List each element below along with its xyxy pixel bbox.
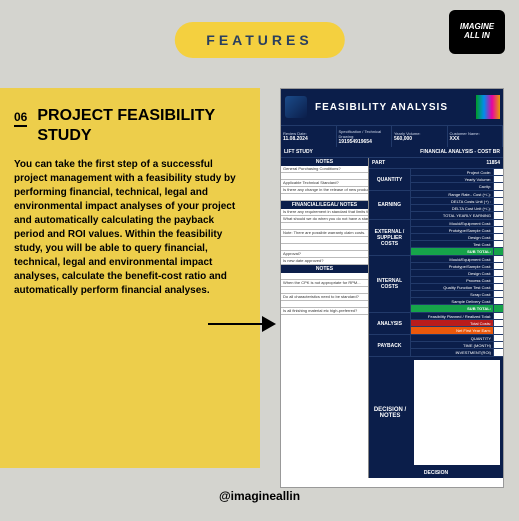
doc-title: FEASIBILITY ANALYSIS xyxy=(315,102,448,113)
internal-label: INTERNAL COSTS xyxy=(369,256,411,312)
earning-row: DELTA Cost Unit (+/-): xyxy=(411,205,503,212)
internal-row: Design Cost: xyxy=(411,270,503,277)
quantity-row: Project Code: xyxy=(411,169,503,176)
notes-line: Is there any requirement in standard tha… xyxy=(281,209,368,216)
feature-description: You can take the first step of a success… xyxy=(14,158,246,298)
quantity-row: Cavity: xyxy=(411,183,503,190)
notes-heading: NOTES xyxy=(281,158,368,166)
part-number: 11854 xyxy=(486,160,500,166)
notes-line xyxy=(281,287,368,294)
notes-line: Applicable Technical Standard? xyxy=(281,180,368,187)
doc-left-column: NOTES General Purchasing Conditions? Appl… xyxy=(281,158,369,478)
internal-row: Sample Delivery Cost: xyxy=(411,298,503,305)
external-label: EXTERNAL / SUPPLIER COSTS xyxy=(369,220,411,255)
feature-number: 06 xyxy=(14,110,27,127)
internal-row: Scrap Cost: xyxy=(411,291,503,298)
features-heading: FEATURES xyxy=(174,22,344,58)
quantity-label: QUANTITY xyxy=(369,169,411,190)
feature-title: PROJECT FEASIBILITY STUDY xyxy=(37,106,246,146)
doc-logo-icon xyxy=(285,96,307,118)
spec-value: 191954919654 xyxy=(339,139,390,145)
quantity-row: Yearly Volume: xyxy=(411,176,503,183)
internal-section: INTERNAL COSTSMould/Equipment Cost:Proto… xyxy=(369,256,503,313)
payback-section: PAYBACKQUANTITYTIME (MONTH)INVESTMENT(RO… xyxy=(369,335,503,357)
chart-bars-icon xyxy=(476,95,500,119)
earning-row: TOTAL YEARLY EARNING xyxy=(411,212,503,219)
financial-analysis-label: FINANCIAL ANALYSIS - COST BR xyxy=(420,149,500,155)
decision-box xyxy=(414,360,500,465)
doc-right-column: PART 11854 QUANTITYProject Code:Yearly V… xyxy=(369,158,503,478)
payback-label: PAYBACK xyxy=(369,335,411,356)
feasibility-document-preview: FEASIBILITY ANALYSIS Review Date: 11.08.… xyxy=(280,88,504,488)
notes-line xyxy=(281,237,368,244)
payback-row: QUANTITY xyxy=(411,335,503,342)
notes-line xyxy=(281,194,368,201)
external-row: Prototype/Sample Cost: xyxy=(411,227,503,234)
notes-line: Note: There are possible warranty claim … xyxy=(281,230,368,237)
notes-line xyxy=(281,244,368,251)
notes-line: Do all characteristics need to be standa… xyxy=(281,294,368,301)
review-date-value: 11.08.2024 xyxy=(283,136,334,142)
external-row: Test Cost: xyxy=(411,241,503,248)
external-row: Design Cost: xyxy=(411,234,503,241)
decision-footer: DECISION xyxy=(369,468,503,478)
earning-label: EARNING xyxy=(369,191,411,219)
doc-header: FEASIBILITY ANALYSIS xyxy=(281,89,503,125)
payback-row: INVESTMENT(ROI) xyxy=(411,349,503,356)
part-label: PART xyxy=(372,160,385,166)
notes-line: When the CPK is not appropriate for RPM.… xyxy=(281,280,368,287)
internal-row: Process Cost: xyxy=(411,277,503,284)
internal-row: Mould/Equipment Cost: xyxy=(411,256,503,263)
quantity-section: QUANTITYProject Code:Yearly Volume:Cavit… xyxy=(369,169,503,191)
volume-value: 560,000 xyxy=(394,136,445,142)
external-row: Mould/Equipment Cost: xyxy=(411,220,503,227)
notes-line: Is there any change in the release of ne… xyxy=(281,187,368,194)
notes-line xyxy=(281,223,368,230)
notes-line xyxy=(281,273,368,280)
decision-section: DECISION / NOTES xyxy=(369,357,503,468)
analysis-row: Net First Year Earn: xyxy=(411,327,503,334)
analysis-section: ANALYSISFeasibility Planned / Realized T… xyxy=(369,313,503,335)
external-subtotal: SUB TOTAL: xyxy=(411,248,503,255)
internal-row: Quality Function Test Cost: xyxy=(411,284,503,291)
internal-subtotal: SUB TOTAL: xyxy=(411,305,503,312)
notes-line: Is new date approved? xyxy=(281,258,368,265)
notes-line xyxy=(281,173,368,180)
feature-card: 06 PROJECT FEASIBILITY STUDY You can tak… xyxy=(0,88,260,468)
earning-section: EARNINGRange Rate.. Cost (+/-):DELTA Cos… xyxy=(369,191,503,220)
notes-line: Approval? xyxy=(281,251,368,258)
analysis-row: Total Costs: xyxy=(411,320,503,327)
brand-logo: IMAGINE ALL IN xyxy=(449,10,505,54)
analysis-label: ANALYSIS xyxy=(369,313,411,334)
doc-info-row: Review Date: 11.08.2024 Specification / … xyxy=(281,125,503,147)
notes-heading-2: NOTES xyxy=(281,265,368,273)
earning-row: DELTA Costs Unit (+) : xyxy=(411,198,503,205)
notes-line: Is all finishing material etc high-prefe… xyxy=(281,308,368,315)
decision-label: DECISION / NOTES xyxy=(369,357,411,468)
social-handle: @imagineallin xyxy=(219,489,300,503)
payback-row: TIME (MONTH) xyxy=(411,342,503,349)
lift-study-label: LIFT STUDY xyxy=(284,149,313,155)
spec-label: Specification / Technical Drawing: xyxy=(339,129,390,139)
external-section: EXTERNAL / SUPPLIER COSTSMould/Equipment… xyxy=(369,220,503,256)
notes-line: What should we do when you do not have a… xyxy=(281,216,368,223)
notes-line xyxy=(281,301,368,308)
internal-row: Prototype/Sample Cost: xyxy=(411,263,503,270)
earning-row: Range Rate.. Cost (+/-): xyxy=(411,191,503,198)
notes-line: General Purchasing Conditions? xyxy=(281,166,368,173)
financial-legal-notes-heading: FINANCIAL/LEGAL/ NOTES xyxy=(281,201,368,209)
analysis-row: Feasibility Planned / Realized Total: xyxy=(411,313,503,320)
customer-value: XXX xyxy=(450,136,501,142)
